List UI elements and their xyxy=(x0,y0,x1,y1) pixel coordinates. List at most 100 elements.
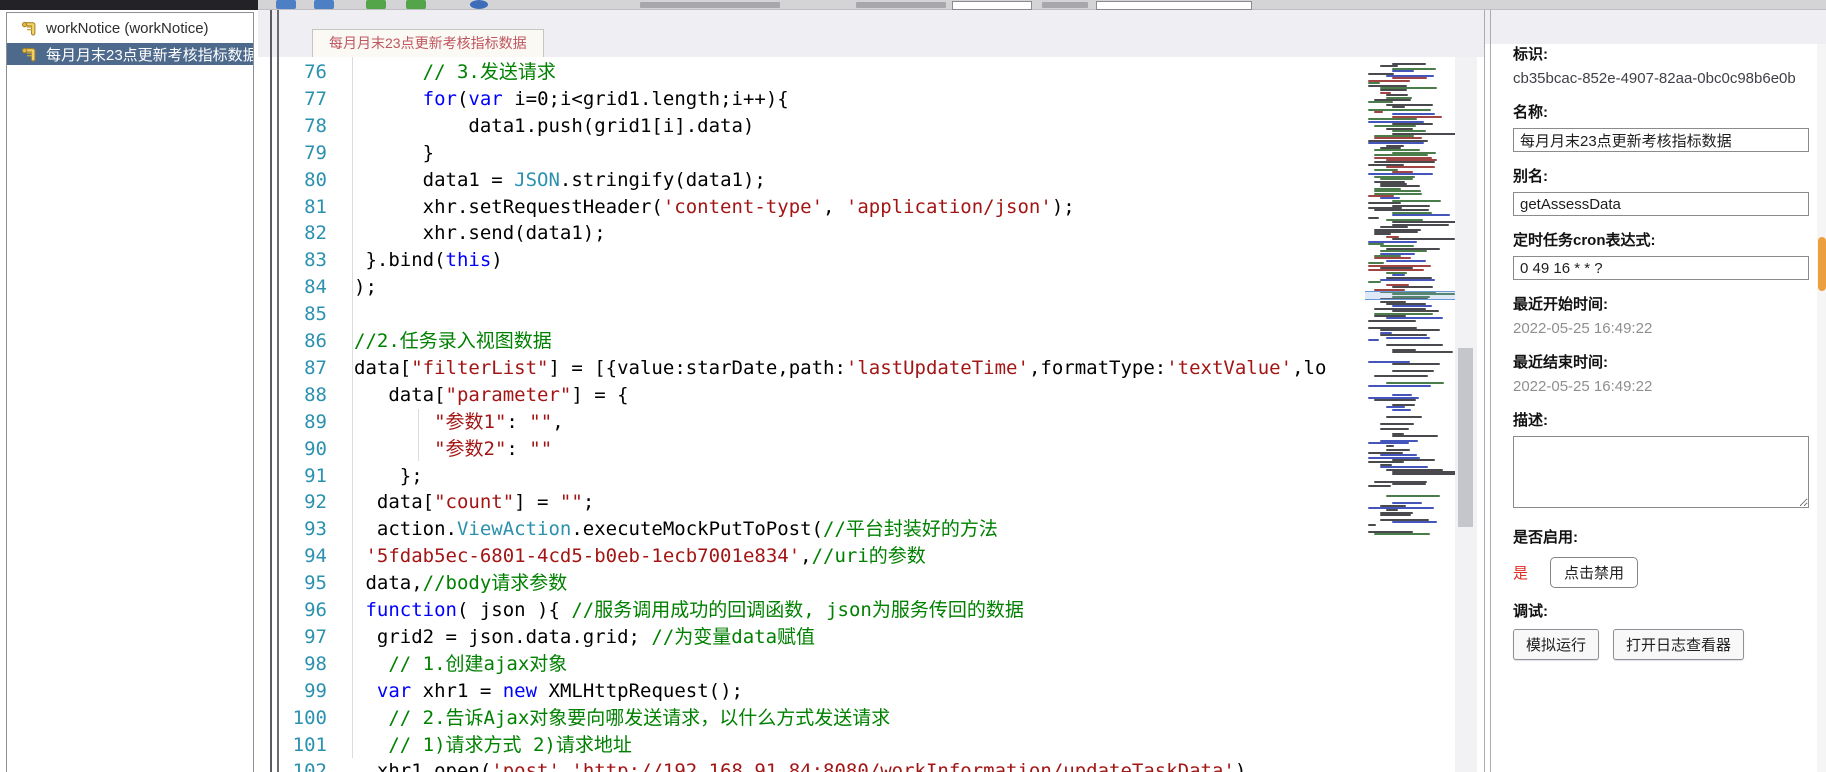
code-editor[interactable]: 76 // 3.发送请求 77 for(var i=0;i<grid1.lengt… xyxy=(282,57,1455,772)
toolbar-dropdown[interactable] xyxy=(952,1,1032,10)
minimap-code-row xyxy=(1392,473,1455,476)
toolbar-text-clipped xyxy=(1042,2,1088,8)
line-content: function( json ){ //服务调用成功的回调函数, json为服务… xyxy=(365,599,1024,621)
line-number: 81 xyxy=(304,195,327,218)
sidebar-item-label: workNotice (workNotice) xyxy=(46,19,209,37)
script-tree-panel: workNotice (workNotice) 每月月末23点更新考核指标数据 xyxy=(6,12,254,772)
description-textarea[interactable] xyxy=(1513,436,1809,508)
line-number: 95 xyxy=(304,572,327,595)
line-content: data1.push(grid1[i].data) xyxy=(354,114,755,137)
minimap-viewport-indicator[interactable] xyxy=(1365,291,1455,300)
code-line[interactable]: 97 grid2 = json.data.grid; //为变量data赋值 xyxy=(282,624,815,651)
line-number: 99 xyxy=(304,679,327,702)
minimap-code-row xyxy=(1374,111,1383,113)
line-content: var xhr1 = new XMLHttpRequest(); xyxy=(376,679,743,702)
line-content: ); xyxy=(354,276,377,299)
line-content: // 2.告诉Ajax对象要向哪发送请求，以什么方式发送请求 xyxy=(388,706,891,729)
code-line[interactable]: 79 } xyxy=(282,140,434,167)
code-line[interactable]: 91 }; xyxy=(282,463,423,490)
code-line[interactable]: 100 // 2.告诉Ajax对象要向哪发送请求，以什么方式发送请求 xyxy=(282,705,891,732)
sidebar-item-label: 每月月末23点更新考核指标数据 xyxy=(46,46,254,64)
blue-doc-icon[interactable] xyxy=(276,0,296,9)
code-line[interactable]: 77 for(var i=0;i<grid1.length;i++){ xyxy=(282,86,789,113)
line-number: 102 xyxy=(292,760,327,772)
minimap-code-row xyxy=(1392,214,1450,217)
code-line[interactable]: 94 '5fdab5ec-6801-4cd5-b0eb-1ecb7001e834… xyxy=(282,543,926,570)
script-scroll-icon xyxy=(21,47,36,61)
line-content: // 1)请求方式 2)请求地址 xyxy=(388,733,632,756)
minimap-code-row xyxy=(1380,427,1410,430)
code-line[interactable]: 87 data["filterList"] = [{value:starDate,… xyxy=(282,355,1326,382)
minimap-code-row xyxy=(1380,423,1414,425)
code-line[interactable]: 82 xhr.send(data1); xyxy=(282,220,606,247)
minimap-code-row xyxy=(1368,281,1381,284)
code-line[interactable]: 92 data["count"] = ""; xyxy=(282,489,594,516)
line-content: for(var i=0;i<grid1.length;i++){ xyxy=(422,87,789,110)
disable-button[interactable]: 点击禁用 xyxy=(1550,556,1639,588)
panel-scrollbar-track[interactable] xyxy=(1817,44,1826,772)
code-line[interactable]: 95 data,//body请求参数 xyxy=(282,570,567,597)
minimap-code-row xyxy=(1368,202,1402,205)
code-line[interactable]: 84); xyxy=(282,274,377,301)
code-line[interactable]: 102 xhr1.open('post','http://192.168.91.… xyxy=(282,758,1247,772)
code-line[interactable]: 96 function( json ){ //服务调用成功的回调函数, json… xyxy=(282,597,1024,624)
minimap-code-row xyxy=(1392,106,1406,109)
line-number: 80 xyxy=(304,168,327,191)
blue-doc-icon[interactable] xyxy=(314,0,334,9)
code-line[interactable]: 78 data1.push(grid1[i].data) xyxy=(282,113,754,140)
code-line[interactable]: 99 var xhr1 = new XMLHttpRequest(); xyxy=(282,678,743,705)
sidebar-item[interactable]: 每月月末23点更新考核指标数据 xyxy=(7,43,253,65)
code-line[interactable]: 80 data1 = JSON.stringify(data1); xyxy=(282,167,766,194)
code-line[interactable]: 81 xhr.setRequestHeader('content-type', … xyxy=(282,194,1075,221)
field-label: 描述: xyxy=(1513,412,1548,429)
panel-divider xyxy=(1484,10,1485,772)
minimap-code-row xyxy=(1380,514,1411,517)
field-input[interactable] xyxy=(1513,256,1809,280)
minimap-code-row xyxy=(1392,483,1427,485)
code-line[interactable]: 76 // 3.发送请求 xyxy=(282,59,556,86)
field-input[interactable] xyxy=(1513,192,1809,216)
green-arrow-icon[interactable] xyxy=(366,0,386,9)
tab-active-script[interactable]: 每月月末23点更新考核指标数据 xyxy=(312,29,544,57)
line-content: xhr.send(data1); xyxy=(354,222,606,245)
open-log-viewer-button[interactable]: 打开日志查看器 xyxy=(1613,629,1745,660)
code-line[interactable]: 101 // 1)请求方式 2)请求地址 xyxy=(282,732,632,759)
scrollbar-thumb[interactable] xyxy=(1458,348,1473,527)
panel-scrollbar-thumb[interactable] xyxy=(1818,237,1826,291)
sidebar-item[interactable]: workNotice (workNotice) xyxy=(7,17,253,39)
code-line[interactable]: 93 action.ViewAction.executeMockPutToPos… xyxy=(282,516,998,543)
code-line[interactable]: 86 //2.任务录入视图数据 xyxy=(282,328,552,355)
line-number: 100 xyxy=(292,706,327,729)
splitter-handle[interactable] xyxy=(277,10,279,772)
minimap-code-row xyxy=(1374,533,1430,536)
field-value: cb35bcac-852e-4907-82aa-0bc0c98b6e0b xyxy=(1513,70,1796,87)
minimap-code-row xyxy=(1368,319,1417,322)
minimap-code-row xyxy=(1368,507,1434,509)
line-number: 86 xyxy=(304,330,327,352)
toolbar-text-clipped xyxy=(640,2,780,8)
minimap-code-row xyxy=(1392,363,1440,365)
code-line[interactable]: 90 "参数2": "" xyxy=(282,436,552,463)
line-number: 93 xyxy=(304,518,327,541)
minimap-code-row xyxy=(1368,82,1380,85)
line-number: 94 xyxy=(304,545,327,568)
line-number: 90 xyxy=(304,437,327,460)
code-line[interactable]: 88 data["parameter"] = { xyxy=(282,382,628,409)
sync-circle-icon[interactable] xyxy=(470,0,488,9)
line-content: xhr.setRequestHeader('content-type', 'ap… xyxy=(354,195,1075,218)
editor-vertical-scrollbar[interactable] xyxy=(1455,57,1477,772)
green-arrow-icon[interactable] xyxy=(406,0,426,9)
minimap[interactable] xyxy=(1365,57,1455,557)
splitter-handle[interactable] xyxy=(270,10,272,772)
code-line[interactable]: 85 xyxy=(282,301,354,328)
code-line[interactable]: 89 "参数1": "", xyxy=(282,409,564,436)
simulate-run-button[interactable]: 模拟运行 xyxy=(1513,629,1600,660)
code-line[interactable]: 98 // 1.创建ajax对象 xyxy=(282,651,567,678)
toolbar-dropdown[interactable] xyxy=(1096,1,1252,10)
field-label: 最近结束时间: xyxy=(1513,354,1608,371)
minimap-code-row xyxy=(1386,406,1405,409)
code-line[interactable]: 83 }.bind(this) xyxy=(282,247,503,274)
minimap-code-row xyxy=(1386,415,1423,418)
line-number: 78 xyxy=(304,114,327,137)
field-input[interactable] xyxy=(1513,128,1809,152)
